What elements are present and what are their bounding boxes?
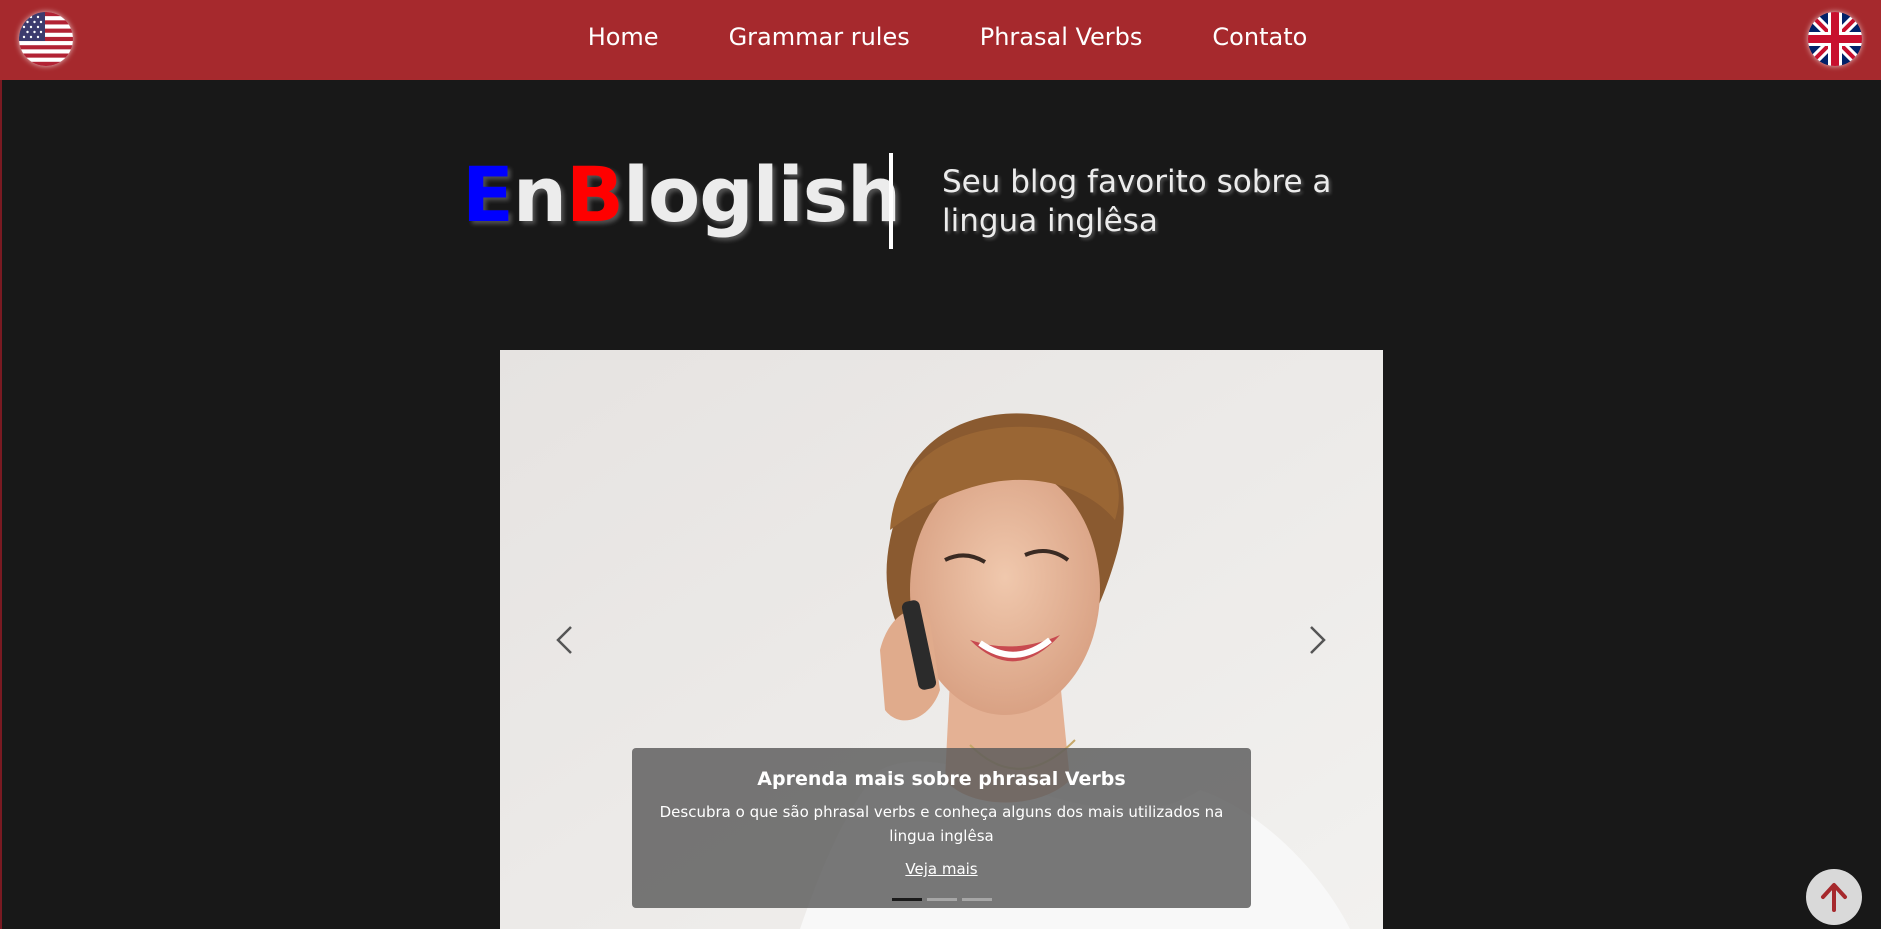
tagline: Seu blog favorito sobre a lingua inglêsa: [942, 164, 1332, 239]
hero-carousel: Aprenda mais sobre phrasal Verbs Descubr…: [500, 350, 1383, 929]
chevron-right-icon: [1310, 626, 1326, 654]
carousel-indicators: [632, 898, 1251, 901]
caption-text: Descubra o que são phrasal verbs e conhe…: [659, 803, 1224, 845]
chevron-left-icon: [556, 626, 572, 654]
carousel-prev-button[interactable]: [546, 620, 586, 660]
brand-letter-e: E: [462, 150, 514, 239]
left-edge-line: [0, 0, 2, 929]
indicator-3[interactable]: [961, 898, 992, 901]
top-navbar: Home Grammar rules Phrasal Verbs Contato: [0, 0, 1881, 80]
nav-grammar-rules[interactable]: Grammar rules: [729, 23, 910, 51]
indicator-1[interactable]: [891, 898, 922, 901]
brand-rest: loglish: [622, 150, 901, 239]
arrow-up-icon: [1821, 883, 1847, 912]
brand-letter-b: B: [566, 150, 624, 239]
uk-flag-icon[interactable]: [1808, 12, 1862, 66]
carousel-next-button[interactable]: [1296, 620, 1336, 660]
nav-phrasal-verbs[interactable]: Phrasal Verbs: [980, 23, 1143, 51]
nav-links: Home Grammar rules Phrasal Verbs Contato: [0, 0, 1881, 80]
brand-logo: EnBloglish: [462, 150, 901, 239]
slide-caption: Aprenda mais sobre phrasal Verbs Descubr…: [632, 748, 1251, 908]
brand-letter-n: n: [512, 150, 567, 239]
veja-mais-link[interactable]: Veja mais: [905, 860, 977, 878]
nav-home[interactable]: Home: [588, 23, 659, 51]
indicator-2[interactable]: [926, 898, 957, 901]
back-to-top-button[interactable]: [1806, 869, 1862, 925]
nav-contato[interactable]: Contato: [1212, 23, 1307, 51]
caption-title: Aprenda mais sobre phrasal Verbs: [757, 768, 1126, 790]
header-divider: [889, 153, 893, 249]
